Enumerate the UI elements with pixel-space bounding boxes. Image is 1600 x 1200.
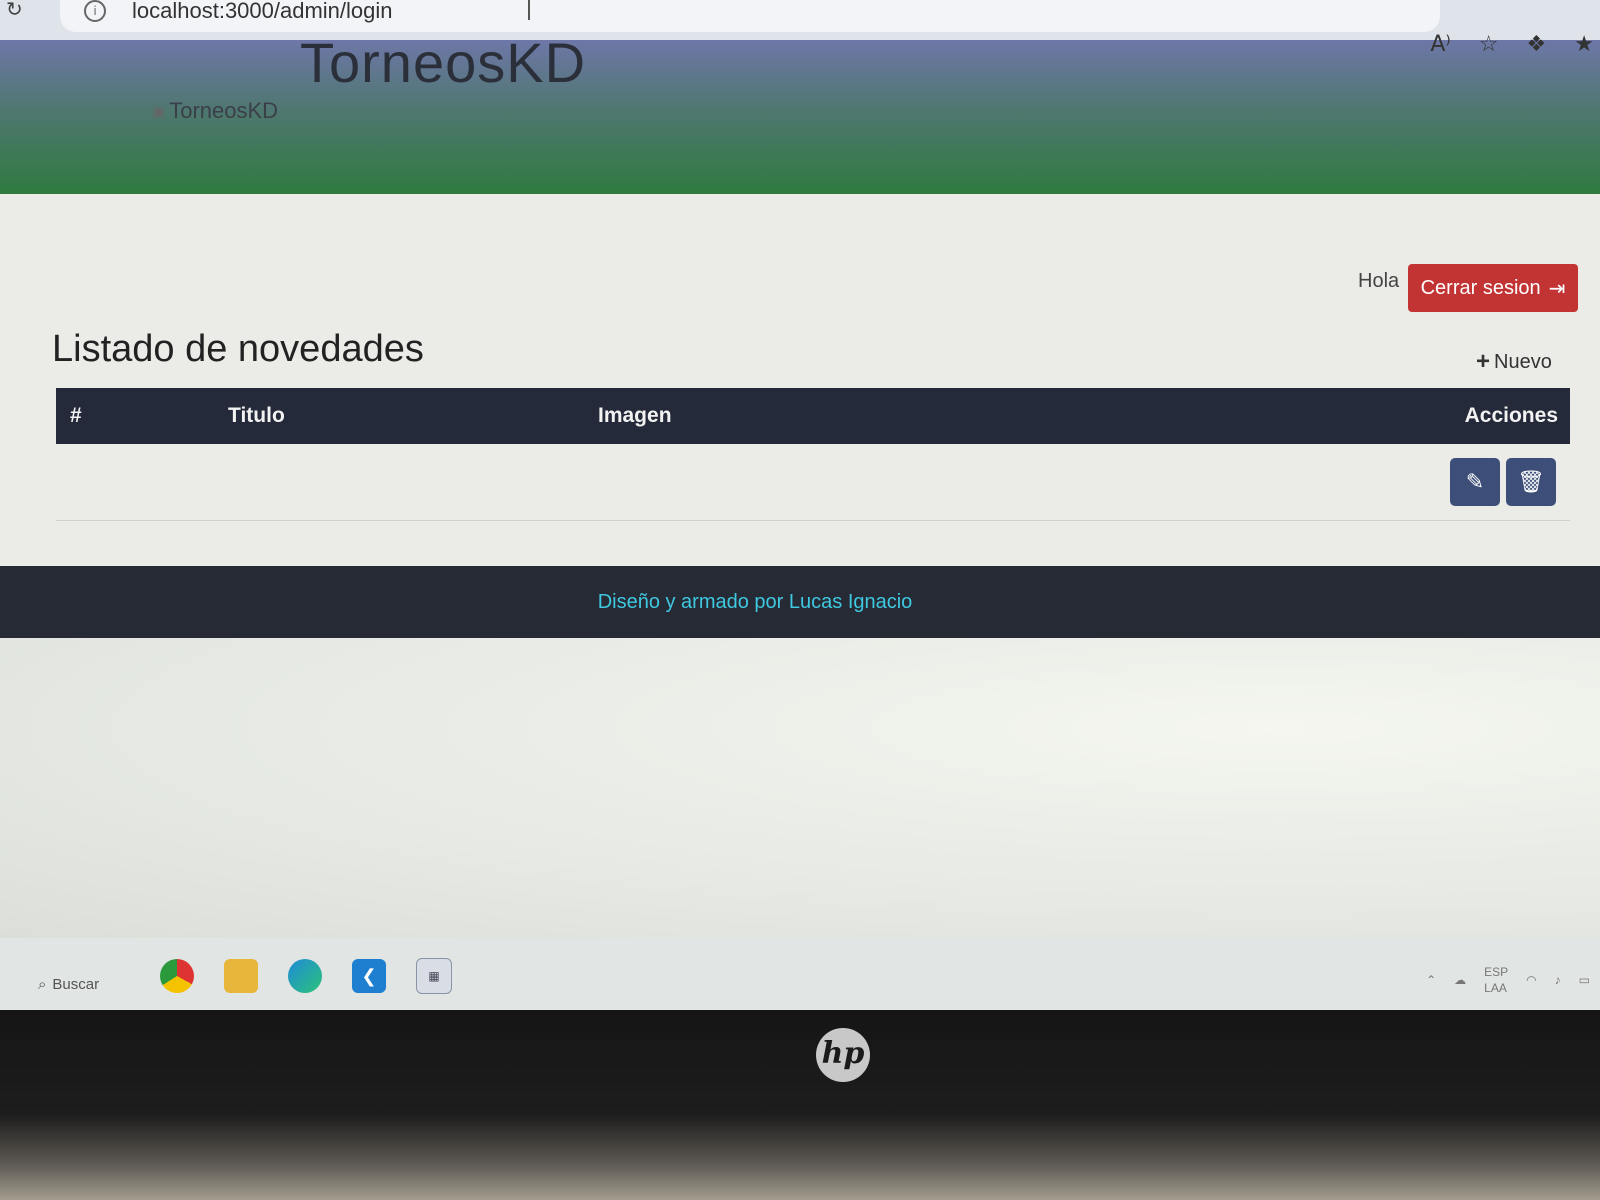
brand-logo[interactable]: ▣ TorneosKD	[152, 98, 278, 124]
battery-icon[interactable]: ▭	[1579, 973, 1590, 987]
sign-out-icon: ⇥	[1548, 277, 1566, 300]
trash-icon: 🗑	[1517, 469, 1545, 495]
page-title: Listado de novedades	[52, 328, 424, 370]
logout-label: Cerrar sesion	[1420, 276, 1541, 299]
laptop-bezel: hp	[0, 1010, 1600, 1200]
pencil-icon: ✎	[1465, 469, 1485, 495]
edit-button[interactable]: ✎	[1450, 458, 1500, 506]
column-header-number: #	[70, 404, 82, 427]
greeting-text: Hola	[1358, 270, 1400, 292]
vscode-icon[interactable]: ❮	[352, 959, 386, 993]
onedrive-icon[interactable]: ☁	[1454, 973, 1466, 987]
delete-button[interactable]: 🗑	[1506, 458, 1556, 506]
file-explorer-icon[interactable]	[224, 959, 258, 993]
info-icon[interactable]: i	[84, 0, 106, 22]
url-text[interactable]: localhost:3000/admin/login	[132, 0, 393, 24]
taskbar-search-label: Buscar	[52, 976, 100, 993]
search-icon: ⌕	[38, 976, 47, 993]
table-header: # Titulo Imagen Acciones	[56, 388, 1570, 444]
table-row: ✎ 🗑	[56, 444, 1570, 521]
chevron-up-icon[interactable]: ⌃	[1426, 973, 1436, 987]
hp-logo-icon: hp	[816, 1028, 870, 1082]
taskbar-search[interactable]: ⌕ Buscar	[38, 976, 99, 993]
brand-logo-alt-text: TorneosKD	[169, 98, 279, 123]
column-header-actions: Acciones	[1464, 404, 1558, 427]
language-secondary: LAA	[1484, 981, 1507, 995]
plus-icon: +	[1476, 348, 1491, 375]
footer-credit: Diseño y armado por Lucas Ignacio	[597, 590, 913, 613]
reload-icon[interactable]: ↻	[6, 0, 28, 22]
site-footer: Diseño y armado por Lucas Ignacio	[0, 566, 1600, 638]
language-primary: ESP	[1484, 965, 1509, 979]
browser-toolbar-icons: A⁾ ☆ ❖ ★	[1430, 26, 1600, 62]
language-indicator[interactable]: ESP LAA	[1484, 964, 1508, 996]
os-taskbar: ⌕ Buscar ❮ ▦ ⌃ ☁ ESP LAA ◠ ♪ ▭	[0, 938, 1600, 1010]
edge-icon[interactable]	[288, 959, 322, 993]
new-item-label: Nuevo	[1494, 350, 1552, 373]
column-header-title: Titulo	[228, 404, 285, 427]
brand-title: TorneosKD	[300, 31, 587, 94]
system-tray: ⌃ ☁ ESP LAA ◠ ♪ ▭	[1426, 964, 1600, 996]
calendar-icon[interactable]: ▦	[416, 958, 452, 994]
site-header: TorneosKD ▣ TorneosKD A⁾ ☆ ❖ ★	[0, 31, 1600, 194]
column-header-image: Imagen	[598, 404, 672, 427]
text-cursor	[528, 0, 530, 20]
add-favorite-icon[interactable]: ☆	[1479, 32, 1499, 57]
logout-button[interactable]: Cerrar sesion ⇥	[1408, 264, 1578, 312]
chrome-icon[interactable]	[160, 959, 194, 993]
browser-toolbar: ↻ i localhost:3000/admin/login	[0, 0, 1600, 40]
taskbar-apps: ❮ ▦	[160, 958, 452, 994]
new-item-link[interactable]: + Nuevo	[1476, 348, 1552, 376]
favorites-icon[interactable]: ★	[1574, 32, 1594, 57]
main-content: Hola Cerrar sesion ⇥ Listado de novedade…	[0, 194, 1600, 566]
extensions-icon[interactable]: ❖	[1527, 32, 1547, 57]
wifi-icon[interactable]: ◠	[1526, 973, 1536, 987]
page-blank-area	[0, 638, 1600, 938]
screen: ↻ i localhost:3000/admin/login TorneosKD…	[0, 0, 1600, 1010]
news-table: # Titulo Imagen Acciones ✎ 🗑	[56, 388, 1570, 521]
read-aloud-icon[interactable]: A⁾	[1430, 32, 1450, 57]
volume-icon[interactable]: ♪	[1555, 973, 1561, 987]
broken-image-icon: ▣	[152, 102, 166, 119]
